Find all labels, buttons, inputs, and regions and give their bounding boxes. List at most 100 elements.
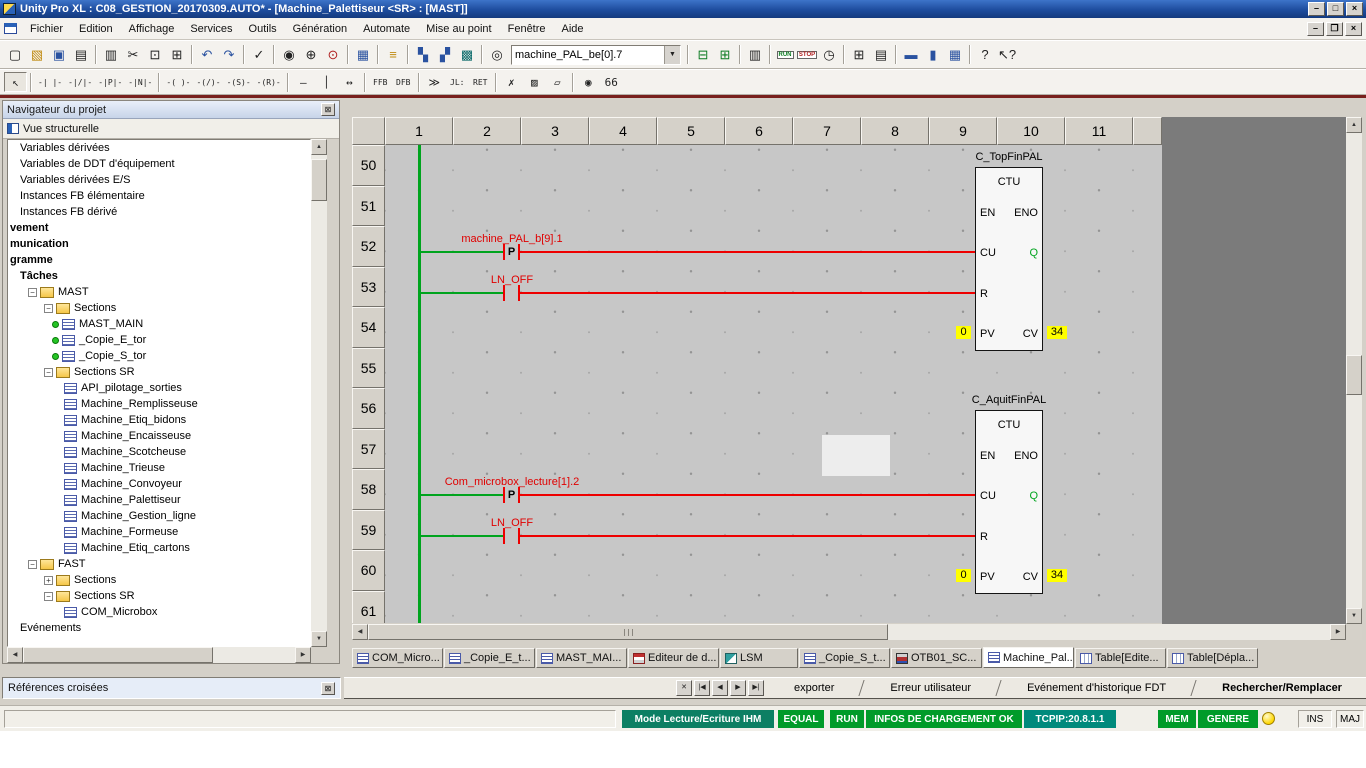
stop-button[interactable]: STOP [796,44,818,66]
function-block-c-aquitfinpal[interactable]: CTUENENOCUQRPVCV [975,410,1043,594]
doc-tab-copie-e-t[interactable]: _Copie_E_t... [444,648,535,668]
editor-vertical-scrollbar[interactable]: ▲ ▼ [1346,117,1362,624]
structural-view-button[interactable]: ▚ [412,44,434,66]
operator-screens-button[interactable]: ▩ [456,44,478,66]
structural-view-tab[interactable]: Vue structurelle [3,119,339,139]
dfb-block-button[interactable]: DFB [392,72,415,92]
open-button[interactable]: ▧ [26,44,48,66]
tree-horizontal-scrollbar[interactable]: ◀ ▶ [7,647,311,663]
context-help-button[interactable]: ↖? [996,44,1018,66]
navigator-title-bar[interactable]: Navigateur du projet ⊠ [3,101,339,119]
return-button[interactable]: RET [469,72,492,92]
last-tab-icon[interactable]: ▶| [748,680,764,696]
tree-expander-icon[interactable]: − [28,560,37,569]
bookmark-button[interactable]: ▱ [546,72,569,92]
next-tab-icon[interactable]: ▶ [730,680,746,696]
coil-set-button[interactable]: -(S)- [224,72,254,92]
tree-item-mast[interactable]: −MAST [8,284,310,300]
tree-item-instances-fb-d-riv[interactable]: Instances FB dérivé [8,204,310,220]
tree-item-machine-convoyeur[interactable]: Machine_Convoyeur [8,476,310,492]
window-maximize-button[interactable]: □ [1327,2,1344,16]
tree-item-machine-etiq-bidons[interactable]: Machine_Etiq_bidons [8,412,310,428]
tree-item-instances-fb-l-mentaire[interactable]: Instances FB élémentaire [8,188,310,204]
tree-item-ev-nements[interactable]: Evénements [8,620,310,636]
tree-item-api-pilotage-sorties[interactable]: API_pilotage_sorties [8,380,310,396]
jump-label-button[interactable]: JL: [446,72,469,92]
doc-tab-lsm[interactable]: LSM [720,648,798,668]
doc-tab-copie-s-t[interactable]: _Copie_S_t... [799,648,890,668]
contact-closed-button[interactable]: -|/|- [65,72,95,92]
contact-falling-button[interactable]: -|N|- [125,72,155,92]
scrollbar-thumb[interactable] [23,647,213,663]
scrollbar-thumb[interactable] [1346,355,1362,395]
coil-button[interactable]: -( )- [163,72,193,92]
redo-button[interactable]: ↷ [218,44,240,66]
tree-item-machine-formeuse[interactable]: Machine_Formeuse [8,524,310,540]
menu-automate[interactable]: Automate [355,20,418,38]
tree-item-com-microbox[interactable]: COM_Microbox [8,604,310,620]
first-tab-icon[interactable]: |◀ [694,680,710,696]
menu-aide[interactable]: Aide [554,20,592,38]
menu-services[interactable]: Services [182,20,240,38]
find-button[interactable]: ◉ [278,44,300,66]
tree-item-machine-remplisseuse[interactable]: Machine_Remplisseuse [8,396,310,412]
doc-tab-com-micro[interactable]: COM_Micro... [352,648,443,668]
plc-screen-button[interactable]: ▥ [744,44,766,66]
link-mode-button[interactable]: ↔ [338,72,361,92]
scrollbar-thumb[interactable] [311,159,327,201]
select-tool-button[interactable]: ↖ [4,72,27,92]
coil-reset-button[interactable]: -(R)- [254,72,284,92]
window-minimize-button[interactable]: – [1308,2,1325,16]
cross-references-close-icon[interactable]: ⊠ [321,682,335,695]
scroll-left-icon[interactable]: ◀ [7,647,23,663]
tree-item-machine-scotcheuse[interactable]: Machine_Scotcheuse [8,444,310,460]
functional-view-button[interactable]: ▞ [434,44,456,66]
tree-item-variables-d-riv-es-e-s[interactable]: Variables dérivées E/S [8,172,310,188]
tree-item-variables-d-riv-es[interactable]: Variables dérivées [8,140,310,156]
help-button[interactable]: ? [974,44,996,66]
tree-item-machine-palettiseur[interactable]: Machine_Palettiseur [8,492,310,508]
mdi-restore-button[interactable]: ❐ [1326,22,1343,36]
scroll-down-icon[interactable]: ▼ [1346,608,1362,624]
paste-button[interactable]: ⊞ [166,44,188,66]
tree-expander-icon[interactable]: − [44,592,53,601]
menu-g-n-ration[interactable]: Génération [285,20,355,38]
scrollbar-thumb[interactable] [368,624,888,640]
previous-tab-icon[interactable]: ◀ [712,680,728,696]
tree-item-munication[interactable]: munication [8,236,310,252]
menu-mise-au-point[interactable]: Mise au point [418,20,499,38]
zoom-button[interactable]: ⊕ [300,44,322,66]
new-button[interactable]: ▢ [4,44,26,66]
scroll-down-icon[interactable]: ▼ [311,631,327,647]
tree-item-vement[interactable]: vement [8,220,310,236]
tree-item-variables-de-ddt-d-quipement[interactable]: Variables de DDT d'équipement [8,156,310,172]
tree-item-fast[interactable]: −FAST [8,556,310,572]
variable-combo-input[interactable] [512,46,664,64]
new-animation-table-button[interactable]: ⊟ [692,44,714,66]
tree-expander-icon[interactable]: + [44,576,53,585]
animation-table-button[interactable]: ⊞ [714,44,736,66]
memory-usage-button[interactable]: ⊞ [848,44,870,66]
data-editor-button[interactable]: ▦ [352,44,374,66]
tree-expander-icon[interactable]: − [44,368,53,377]
hint-bulb-icon[interactable] [1262,712,1275,725]
menu-outils[interactable]: Outils [241,20,285,38]
tile-vertically-button[interactable]: ▮ [922,44,944,66]
select-zone-button[interactable]: ▨ [523,72,546,92]
print-button[interactable]: ▤ [70,44,92,66]
tree-item-copie-e-tor[interactable]: _Copie_E_tor [8,332,310,348]
plc-clock-button[interactable]: ◷ [818,44,840,66]
delete-link-button[interactable]: ✗ [500,72,523,92]
doc-tab-mast-mai[interactable]: MAST_MAI... [536,648,627,668]
copy-button[interactable]: ⊡ [144,44,166,66]
menu-fen-tre[interactable]: Fenêtre [500,20,554,38]
tree-item-mast-main[interactable]: MAST_MAIN [8,316,310,332]
menu-fichier[interactable]: Fichier [22,20,71,38]
cascade-windows-button[interactable]: ▦ [944,44,966,66]
tree-item-sections-sr[interactable]: −Sections SR [8,364,310,380]
window-close-button[interactable]: × [1346,2,1363,16]
tree-item-machine-gestion-ligne[interactable]: Machine_Gestion_ligne [8,508,310,524]
mdi-close-button[interactable]: × [1345,22,1362,36]
tree-expander-icon[interactable]: − [28,288,37,297]
scroll-right-icon[interactable]: ▶ [295,647,311,663]
